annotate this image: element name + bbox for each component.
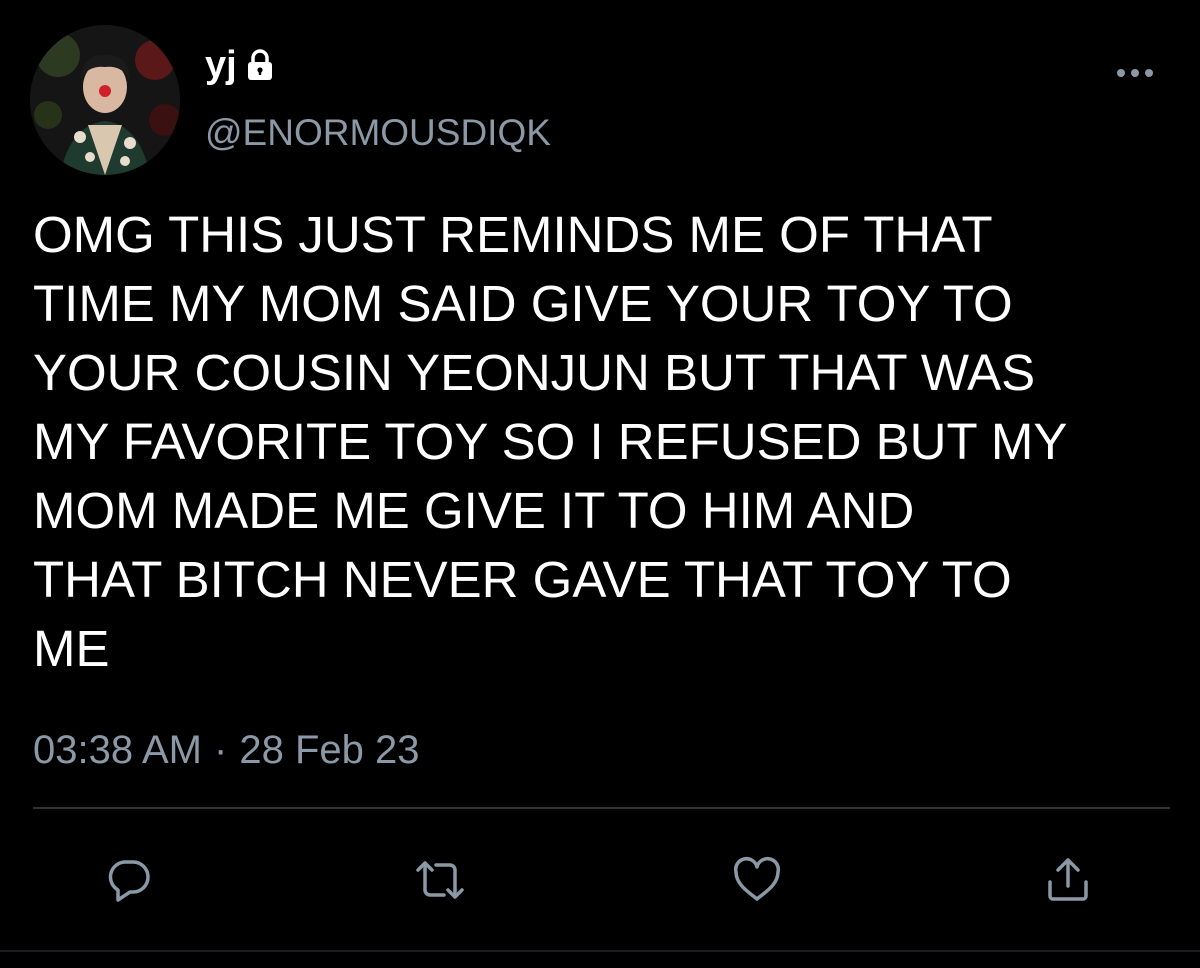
bottom-divider [0,950,1200,952]
retweet-icon [416,861,464,899]
tweet-timestamp[interactable]: 03:38 AM · 28 Feb 23 [33,728,419,773]
display-name[interactable]: yj [205,44,237,87]
share-button[interactable] [1040,852,1096,908]
tweet-card: yj @ENORMOUSDIQK OMG THIS JUST REMINDS M… [0,0,1200,968]
tweet-date: 28 Feb 23 [239,728,420,772]
tweet-text: OMG THIS JUST REMINDS ME OF THAT TIME MY… [33,206,1068,677]
lock-icon [243,48,277,82]
share-icon [1048,858,1088,901]
tweet-time: 03:38 AM [33,728,203,772]
heart-icon [733,857,781,901]
author-name-row: yj [205,40,277,90]
retweet-button[interactable] [412,852,468,908]
avatar-photo-icon [30,25,180,175]
more-options-icon[interactable] [1110,58,1160,88]
avatar[interactable] [30,25,180,175]
reply-icon [108,860,150,902]
timestamp-separator: · [214,728,228,772]
author-handle[interactable]: @ENORMOUSDIQK [205,112,551,154]
like-button[interactable] [729,852,785,908]
reply-button[interactable] [101,852,157,908]
divider [33,807,1170,809]
